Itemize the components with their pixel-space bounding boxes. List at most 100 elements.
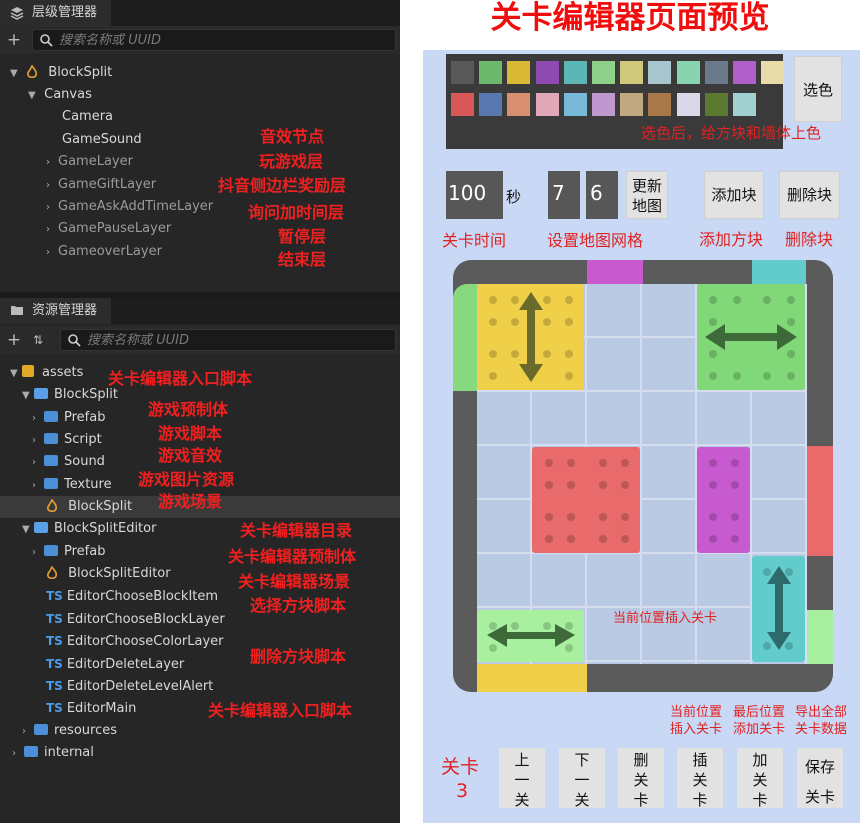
tree-item-blocksplit-scene-asset[interactable]: BlockSplit xyxy=(46,496,132,518)
chevron-right-icon[interactable]: › xyxy=(32,430,44,452)
chevron-right-icon[interactable]: › xyxy=(32,452,44,474)
tree-item-gamegiftlayer[interactable]: › GameGiftLayer xyxy=(46,174,156,196)
tree-item-gamelayer[interactable]: › GameLayer xyxy=(46,151,133,173)
color-swatch[interactable] xyxy=(676,93,700,116)
block-green[interactable] xyxy=(697,284,805,390)
color-swatch[interactable] xyxy=(535,61,559,84)
color-swatch[interactable] xyxy=(733,61,756,84)
block-teal[interactable] xyxy=(752,556,805,662)
add-asset-button[interactable]: + xyxy=(4,330,24,350)
color-swatch[interactable] xyxy=(592,93,615,116)
chevron-down-icon[interactable]: ▼ xyxy=(22,385,34,407)
level-time-input[interactable]: 100 xyxy=(446,171,503,219)
wall-purple[interactable] xyxy=(587,260,643,284)
color-swatch[interactable] xyxy=(507,93,531,116)
tree-item-texture[interactable]: › Texture xyxy=(32,474,112,496)
color-swatch[interactable] xyxy=(563,61,587,84)
chevron-right-icon[interactable]: › xyxy=(46,197,58,219)
color-swatch[interactable] xyxy=(620,93,644,116)
tree-item-script-choose-block-layer[interactable]: TS EditorChooseBlockLayer xyxy=(46,608,225,630)
color-swatch[interactable] xyxy=(592,61,615,84)
color-swatch[interactable] xyxy=(648,93,672,116)
chevron-right-icon[interactable]: › xyxy=(32,475,44,497)
update-map-button[interactable]: 更新地图 xyxy=(626,171,668,219)
color-swatch[interactable] xyxy=(479,61,503,84)
color-swatch[interactable] xyxy=(761,61,783,84)
tree-item-gameaskaddtimelayer[interactable]: › GameAskAddTimeLayer xyxy=(46,196,213,218)
chevron-down-icon[interactable]: ▼ xyxy=(10,363,22,385)
tab-hierarchy[interactable]: 层级管理器 xyxy=(0,0,111,26)
color-swatch[interactable] xyxy=(648,61,672,84)
delete-block-button[interactable]: 删除块 xyxy=(779,171,840,219)
color-swatch[interactable] xyxy=(479,93,503,116)
block-yellow[interactable] xyxy=(477,284,584,390)
tree-item-gameoverlayer[interactable]: › GameoverLayer xyxy=(46,241,162,263)
tree-item-canvas[interactable]: ▼ Canvas xyxy=(28,84,92,106)
tree-item-script-choose-color-layer[interactable]: TS EditorChooseColorLayer xyxy=(46,630,223,652)
tree-item-script-choose-block-item[interactable]: TS EditorChooseBlockItem xyxy=(46,585,218,607)
save-level-button[interactable]: 保存关卡 xyxy=(797,748,843,808)
tree-item-script-delete-level-alert[interactable]: TS EditorDeleteLevelAlert xyxy=(46,675,213,697)
chevron-down-icon[interactable]: ▼ xyxy=(28,85,40,107)
assets-search[interactable] xyxy=(60,329,396,351)
block-red[interactable] xyxy=(532,447,640,553)
add-level-button[interactable]: 加关卡 xyxy=(737,748,783,809)
chevron-right-icon[interactable]: › xyxy=(22,721,34,743)
color-swatch[interactable] xyxy=(704,93,728,116)
wall-red[interactable] xyxy=(807,446,833,556)
chevron-right-icon[interactable]: › xyxy=(46,152,58,174)
tree-item-gamepauselayer[interactable]: › GamePauseLayer xyxy=(46,218,171,240)
wall-light-green[interactable] xyxy=(807,610,833,664)
tree-item-internal[interactable]: › internal xyxy=(12,742,94,764)
tree-item-script-delete-layer[interactable]: TS EditorDeleteLayer xyxy=(46,653,184,675)
tree-item-blocksplit-editor-folder[interactable]: ▼ BlockSplitEditor xyxy=(22,518,156,540)
color-swatch[interactable] xyxy=(507,61,531,84)
block-light-green[interactable] xyxy=(477,610,584,662)
level-board[interactable]: 当前位置插入关卡 xyxy=(453,260,833,692)
chevron-right-icon[interactable]: › xyxy=(46,242,58,264)
chevron-down-icon[interactable]: ▼ xyxy=(10,63,22,85)
prev-level-button[interactable]: 上一关 xyxy=(499,748,545,809)
wall-green[interactable] xyxy=(453,284,477,391)
block-purple[interactable] xyxy=(697,447,750,553)
hierarchy-search[interactable] xyxy=(32,29,396,51)
hierarchy-search-input[interactable] xyxy=(59,31,359,49)
color-swatch[interactable] xyxy=(704,61,728,84)
color-swatch[interactable] xyxy=(676,61,700,84)
tree-item-sound[interactable]: › Sound xyxy=(32,451,105,473)
chevron-down-icon[interactable]: ▼ xyxy=(22,519,34,541)
assets-search-input[interactable] xyxy=(87,331,387,349)
chevron-right-icon[interactable]: › xyxy=(32,408,44,430)
insert-level-button[interactable]: 插关卡 xyxy=(677,748,723,809)
chevron-right-icon[interactable]: › xyxy=(46,175,58,197)
delete-level-button[interactable]: 删关卡 xyxy=(618,748,664,809)
select-color-button[interactable]: 选色 xyxy=(794,56,842,122)
chevron-right-icon[interactable]: › xyxy=(12,743,24,765)
tree-item-editor-prefab[interactable]: › Prefab xyxy=(32,541,105,563)
color-swatch[interactable] xyxy=(535,93,559,116)
tree-item-blocksplit-folder[interactable]: ▼ BlockSplit xyxy=(22,384,118,406)
tree-item-script[interactable]: › Script xyxy=(32,429,102,451)
chevron-right-icon[interactable]: › xyxy=(46,219,58,241)
tree-item-script-editor-main[interactable]: TS EditorMain xyxy=(46,697,136,719)
sort-icon[interactable]: ⇅ xyxy=(28,330,48,350)
color-swatch[interactable] xyxy=(451,61,474,84)
wall-teal[interactable] xyxy=(752,260,806,284)
tree-item-camera[interactable]: Camera xyxy=(62,106,113,128)
tree-item-assets[interactable]: ▼ assets xyxy=(10,362,83,384)
tree-item-gamesound[interactable]: GameSound xyxy=(62,129,142,151)
grid-cols-input[interactable]: 7 xyxy=(548,171,580,219)
tab-assets[interactable]: 资源管理器 xyxy=(0,298,111,324)
color-swatch[interactable] xyxy=(451,93,474,116)
color-swatch[interactable] xyxy=(733,93,756,116)
grid-rows-input[interactable]: 6 xyxy=(586,171,618,219)
tree-item-prefab[interactable]: › Prefab xyxy=(32,407,105,429)
add-node-button[interactable]: + xyxy=(4,30,24,50)
color-swatch[interactable] xyxy=(563,93,587,116)
tree-item-resources[interactable]: › resources xyxy=(22,720,117,742)
next-level-button[interactable]: 下一关 xyxy=(559,748,605,809)
add-block-button[interactable]: 添加块 xyxy=(704,171,764,219)
wall-yellow[interactable] xyxy=(477,664,587,692)
color-swatch[interactable] xyxy=(620,61,644,84)
tree-item-blocksplit-scene[interactable]: ▼ BlockSplit xyxy=(10,62,112,84)
